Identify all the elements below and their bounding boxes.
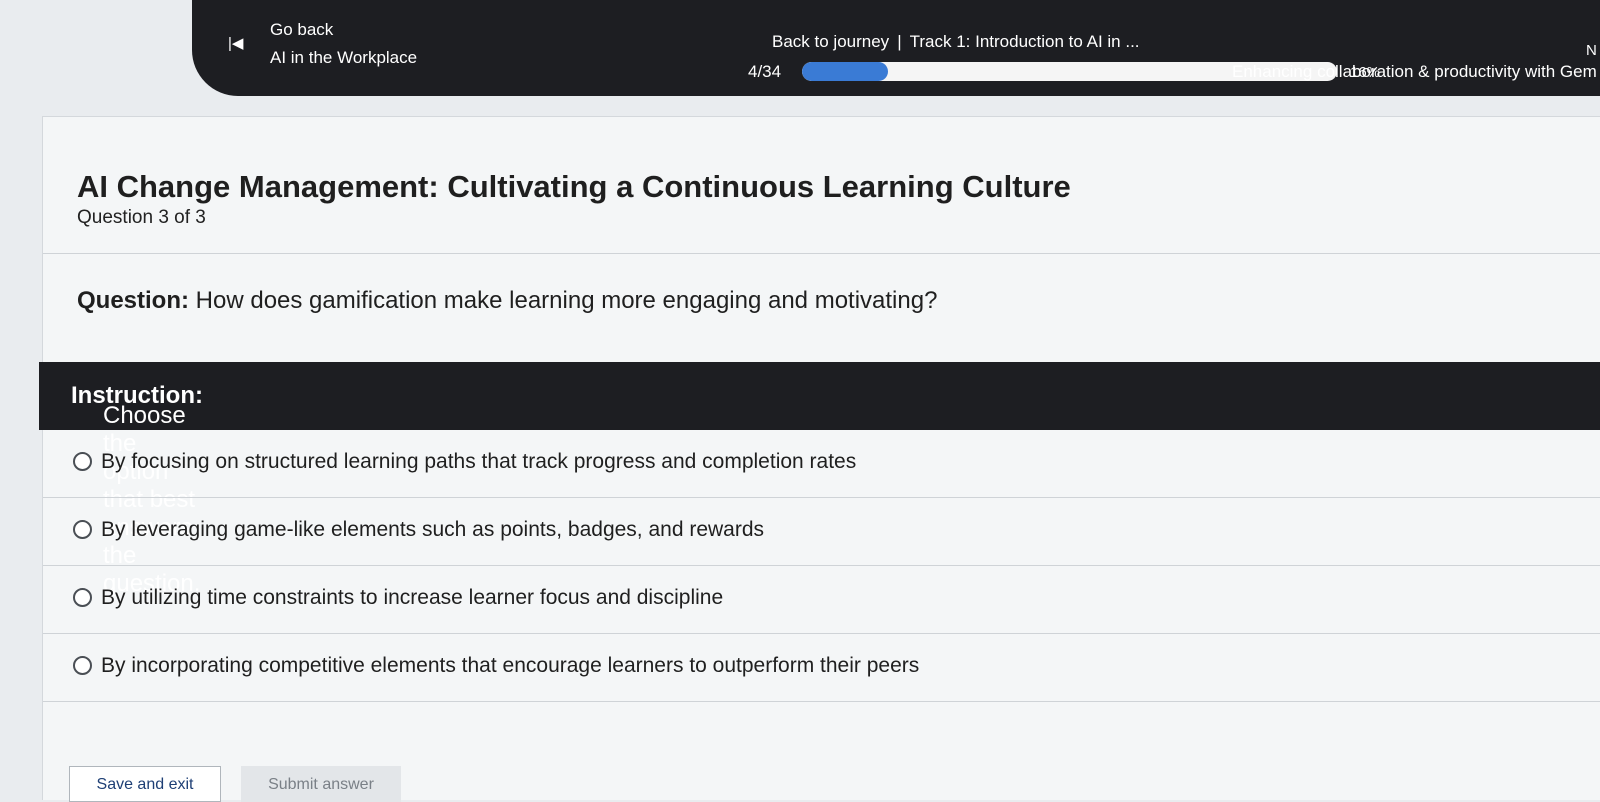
breadcrumb-separator: |	[897, 32, 902, 51]
answer-option-text: By incorporating competitive elements th…	[101, 654, 920, 677]
lesson-counter: 4/34	[748, 62, 782, 81]
answer-option-text: By leveraging game-like elements such as…	[101, 518, 765, 541]
divider	[43, 253, 1600, 254]
radio-button[interactable]	[73, 520, 92, 539]
radio-button[interactable]	[73, 452, 92, 471]
answer-option-text: By utilizing time constraints to increas…	[101, 586, 724, 609]
answer-option-1[interactable]: By focusing on structured learning paths…	[43, 430, 1600, 498]
question-label: Question:	[77, 287, 189, 314]
breadcrumb: Back to journey | Track 1: Introduction to…	[772, 32, 1140, 52]
progress-bar-fill	[802, 62, 888, 81]
instruction-bar: Instruction: Choose the option that best…	[39, 362, 1600, 597]
track-link[interactable]: Track 1: Introduction to AI in ...	[910, 32, 1140, 51]
top-navigation-bar: |◀ Go back AI in the Workplace Back to j…	[192, 0, 1600, 96]
submit-answer-button[interactable]: Submit answer	[241, 766, 401, 802]
question: Question: How does gamification make lea…	[77, 287, 937, 315]
section-title: Enhancing collaboration & productivity w…	[1232, 62, 1597, 81]
answer-option-3[interactable]: By utilizing time constraints to increas…	[43, 566, 1600, 634]
quiz-title: AI Change Management: Cultivating a Cont…	[77, 169, 1071, 204]
radio-button[interactable]	[73, 588, 92, 607]
next-lesson-link[interactable]: N	[1586, 42, 1597, 59]
instruction: Instruction: Choose the option that best…	[71, 382, 203, 597]
question-count: Question 3 of 3	[77, 207, 206, 228]
answer-option-4[interactable]: By incorporating competitive elements th…	[43, 634, 1600, 702]
go-back-link[interactable]: Go back	[270, 20, 333, 40]
radio-button[interactable]	[73, 656, 92, 675]
question-text: How does gamification make learning more…	[189, 287, 938, 314]
answer-option-2[interactable]: By leveraging game-like elements such as…	[43, 498, 1600, 566]
back-to-journey-link[interactable]: Back to journey	[772, 32, 889, 51]
answer-option-text: By focusing on structured learning paths…	[101, 450, 857, 473]
skip-back-icon[interactable]: |◀	[228, 34, 243, 52]
save-and-exit-button[interactable]: Save and exit	[69, 766, 221, 802]
quiz-card: AI Change Management: Cultivating a Cont…	[39, 116, 1600, 802]
course-name: AI in the Workplace	[270, 48, 418, 67]
